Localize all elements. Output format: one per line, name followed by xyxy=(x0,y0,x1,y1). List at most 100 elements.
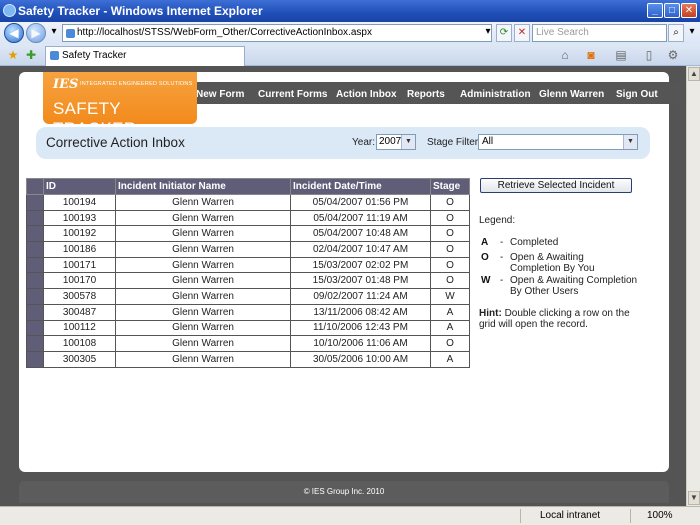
cell-id: 100193 xyxy=(43,209,116,227)
legend-key-w: W xyxy=(481,275,491,286)
url-dropdown-icon[interactable]: ▾ xyxy=(480,24,496,42)
cell-id: 100108 xyxy=(43,335,116,352)
table-row[interactable]: 100171 Glenn Warren 15/03/2007 02:02 PM O xyxy=(26,256,470,274)
cell-initiator: Glenn Warren xyxy=(115,256,291,274)
table-row[interactable]: 100112 Glenn Warren 11/10/2006 12:43 PM A xyxy=(26,319,470,337)
row-selector[interactable] xyxy=(26,288,44,305)
year-select[interactable]: 2007 ▼ xyxy=(376,134,416,150)
tools-gear-icon[interactable]: ⚙ xyxy=(666,48,680,62)
row-selector[interactable] xyxy=(26,335,44,352)
cell-stage: W xyxy=(430,288,470,305)
retrieve-selected-incident-button[interactable]: Retrieve Selected Incident xyxy=(480,178,632,193)
cell-stage: O xyxy=(430,209,470,227)
search-input[interactable]: Live Search xyxy=(532,24,667,42)
forward-button[interactable]: ▶ xyxy=(26,23,46,43)
legend-text-open-others: Open & Awaiting Completion By Other User… xyxy=(510,275,638,297)
add-favorites-icon[interactable]: ✚ xyxy=(24,48,38,62)
maximize-button[interactable]: □ xyxy=(664,3,680,18)
nav-sign-out[interactable]: Sign Out xyxy=(616,89,658,100)
close-button[interactable]: ✕ xyxy=(681,3,697,18)
row-selector[interactable] xyxy=(26,319,44,337)
print-icon[interactable]: ▤ xyxy=(614,48,628,62)
stop-icon[interactable]: ✕ xyxy=(514,24,530,42)
row-selector[interactable] xyxy=(26,272,44,290)
column-header-date[interactable]: Incident Date/Time xyxy=(290,178,431,195)
cell-stage: A xyxy=(430,319,470,337)
legend-dash: - xyxy=(500,237,504,248)
cell-id: 300305 xyxy=(43,350,116,368)
feeds-icon[interactable]: ◙ xyxy=(584,48,598,62)
row-selector[interactable] xyxy=(26,194,44,211)
table-row[interactable]: 300578 Glenn Warren 09/02/2007 11:24 AM W xyxy=(26,288,470,305)
page-viewport: New Form Current Forms Action Inbox Repo… xyxy=(0,66,686,506)
legend-text-completed: Completed xyxy=(510,237,559,248)
nav-action-inbox[interactable]: Action Inbox xyxy=(336,89,397,100)
logo-ies: IES xyxy=(53,77,79,92)
tab-safety-tracker[interactable]: Safety Tracker xyxy=(45,46,245,66)
legend-key-o: O xyxy=(481,252,489,263)
row-selector[interactable] xyxy=(26,209,44,227)
year-value: 2007 xyxy=(379,136,402,147)
table-row[interactable]: 100194 Glenn Warren 05/04/2007 01:56 PM O xyxy=(26,194,470,211)
page-icon xyxy=(66,29,75,38)
column-header-id[interactable]: ID xyxy=(43,178,116,195)
column-header-stage[interactable]: Stage xyxy=(430,178,470,195)
favorites-star-icon[interactable]: ★ xyxy=(6,48,20,62)
window-title: Safety Tracker - Windows Internet Explor… xyxy=(18,4,263,18)
page-footer: © IES Group Inc. 2010 xyxy=(19,481,669,503)
row-selector[interactable] xyxy=(26,303,44,321)
table-row[interactable]: 100170 Glenn Warren 15/03/2007 01:48 PM O xyxy=(26,272,470,290)
table-row[interactable]: 100192 Glenn Warren 05/04/2007 10:48 AM O xyxy=(26,225,470,243)
cell-stage: O xyxy=(430,194,470,211)
nav-reports[interactable]: Reports xyxy=(407,89,445,100)
status-divider xyxy=(630,509,631,523)
vertical-scrollbar[interactable]: ▲ ▼ xyxy=(686,66,700,506)
refresh-icon[interactable]: ⟳ xyxy=(496,24,512,42)
nav-current-forms[interactable]: Current Forms xyxy=(258,89,327,100)
legend-key-a: A xyxy=(481,237,489,248)
minimize-button[interactable]: _ xyxy=(647,3,663,18)
cell-stage: O xyxy=(430,256,470,274)
row-selector[interactable] xyxy=(26,350,44,368)
inbox-header: Corrective Action Inbox Year: 2007 ▼ Sta… xyxy=(36,127,650,159)
back-button[interactable]: ◀ xyxy=(4,23,24,43)
cell-initiator: Glenn Warren xyxy=(115,319,291,337)
legend-text-open-you: Open & Awaiting Completion By You xyxy=(510,252,595,274)
address-bar: ◀ ▶ ▾ http://localhost/STSS/WebForm_Othe… xyxy=(0,22,700,44)
nav-new-form[interactable]: New Form xyxy=(196,89,244,100)
table-row[interactable]: 100193 Glenn Warren 05/04/2007 11:19 AM O xyxy=(26,209,470,227)
cell-initiator: Glenn Warren xyxy=(115,288,291,305)
table-row[interactable]: 100186 Glenn Warren 02/04/2007 10:47 AM O xyxy=(26,241,470,258)
hint-body: Double clicking a row on the grid will o… xyxy=(479,308,630,330)
page-title: Corrective Action Inbox xyxy=(46,135,185,150)
table-row[interactable]: 100108 Glenn Warren 10/10/2006 11:06 AM O xyxy=(26,335,470,352)
window-titlebar: Safety Tracker - Windows Internet Explor… xyxy=(0,0,700,22)
table-row[interactable]: 300305 Glenn Warren 30/05/2006 10:00 AM A xyxy=(26,350,470,368)
nav-user-name[interactable]: Glenn Warren xyxy=(539,89,604,100)
page-menu-icon[interactable]: ▯ xyxy=(642,48,656,62)
cell-date: 30/05/2006 10:00 AM xyxy=(290,350,431,368)
search-icon[interactable]: ⌕ xyxy=(668,24,684,42)
row-selector[interactable] xyxy=(26,241,44,258)
cell-initiator: Glenn Warren xyxy=(115,209,291,227)
scroll-up-icon[interactable]: ▲ xyxy=(688,67,700,81)
cell-date: 15/03/2007 02:02 PM xyxy=(290,256,431,274)
chevron-down-icon: ▼ xyxy=(623,135,637,149)
url-input[interactable]: http://localhost/STSS/WebForm_Other/Corr… xyxy=(62,24,492,42)
row-selector[interactable] xyxy=(26,256,44,274)
zoom-level[interactable]: 100% xyxy=(647,510,673,521)
stage-filter-select[interactable]: All ▼ xyxy=(478,134,638,150)
hint-text: Hint: Double clicking a row on the grid … xyxy=(479,308,639,330)
history-dropdown-icon[interactable]: ▾ xyxy=(46,24,62,42)
row-selector[interactable] xyxy=(26,225,44,243)
cell-stage: A xyxy=(430,350,470,368)
legend-dash: - xyxy=(500,275,504,286)
nav-administration[interactable]: Administration xyxy=(460,89,531,100)
home-icon[interactable]: ⌂ xyxy=(558,48,572,62)
table-row[interactable]: 300487 Glenn Warren 13/11/2006 08:42 AM A xyxy=(26,303,470,321)
stage-filter-value: All xyxy=(482,136,494,147)
security-zone: Local intranet xyxy=(540,510,601,521)
scroll-down-icon[interactable]: ▼ xyxy=(688,491,700,505)
search-options-icon[interactable]: ▾ xyxy=(684,24,700,42)
column-header-initiator[interactable]: Incident Initiator Name xyxy=(115,178,291,195)
